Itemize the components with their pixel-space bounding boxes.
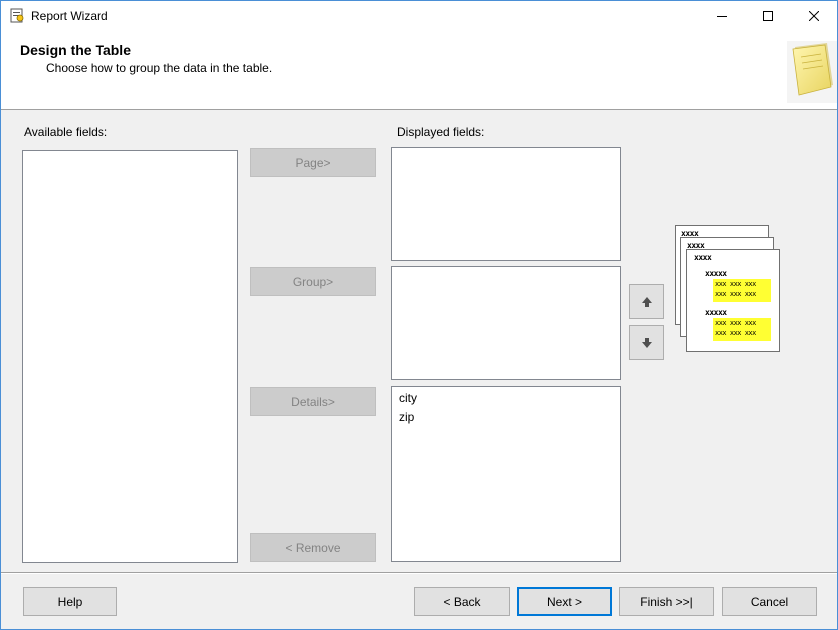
preview-cells: xxx xxx xxx [715,290,756,298]
move-up-button[interactable] [629,284,664,319]
preview-cells: xxx xxx xxx [715,319,756,327]
wizard-header: Design the Table Choose how to group the… [1,31,837,110]
preview-highlight-block: xxx xxx xxx xxx xxx xxx [713,279,771,302]
group-fields-list[interactable] [391,266,621,380]
details-button-label: Details> [291,394,335,409]
minimize-icon [717,16,727,17]
page-button-label: Page> [295,155,331,170]
arrow-down-icon [641,337,652,348]
cancel-button-label: Cancel [750,594,789,609]
list-item[interactable]: zip [399,410,414,424]
page-subtitle: Choose how to group the data in the tabl… [46,61,273,75]
back-button-label: < Back [443,594,481,609]
back-button[interactable]: < Back [414,587,510,616]
cancel-button[interactable]: Cancel [722,587,817,616]
layout-preview-image: xxxx xxxx xxxx xxxxx xxx xxx xxx xxx xxx… [673,223,783,355]
preview-sheet: xxxx xxxxx xxx xxx xxx xxx xxx xxx xxxxx… [686,249,780,352]
title-bar: Report Wizard [1,1,837,31]
next-button[interactable]: Next > [517,587,612,616]
minimize-button[interactable] [699,1,745,31]
available-fields-label: Available fields: [24,125,108,139]
available-fields-list[interactable] [22,150,238,563]
page-title: Design the Table [20,42,131,58]
wizard-banner-icon [787,41,837,103]
close-button[interactable] [791,1,837,31]
page-button[interactable]: Page> [250,148,376,177]
preview-text: xxxxx [705,308,727,317]
page-fields-list[interactable] [391,147,621,261]
finish-button[interactable]: Finish >>| [619,587,714,616]
preview-cells: xxx xxx xxx [715,329,756,337]
maximize-icon [763,11,773,21]
finish-button-label: Finish >>| [640,594,693,609]
close-icon [809,11,819,21]
move-down-button[interactable] [629,325,664,360]
list-item[interactable]: city [399,391,417,405]
report-wizard-window: Report Wizard Design the Table Choose ho… [0,0,838,630]
help-button-label: Help [57,594,83,609]
remove-button-label: < Remove [285,540,341,555]
details-button[interactable]: Details> [250,387,376,416]
preview-text: xxxxx [705,269,727,278]
report-wizard-app-icon [10,8,24,23]
remove-button[interactable]: < Remove [250,533,376,562]
next-button-label: Next > [546,594,582,609]
displayed-fields-label: Displayed fields: [397,125,485,139]
preview-text: xxxx [694,253,712,262]
group-button[interactable]: Group> [250,267,376,296]
details-fields-list[interactable]: city zip [391,386,621,562]
preview-cells: xxx xxx xxx [715,280,756,288]
group-button-label: Group> [292,274,334,289]
help-button[interactable]: Help [23,587,117,616]
arrow-up-icon [641,296,652,307]
window-title: Report Wizard [31,9,108,23]
maximize-button[interactable] [745,1,791,31]
preview-highlight-block: xxx xxx xxx xxx xxx xxx [713,318,771,341]
footer-separator [1,572,837,574]
